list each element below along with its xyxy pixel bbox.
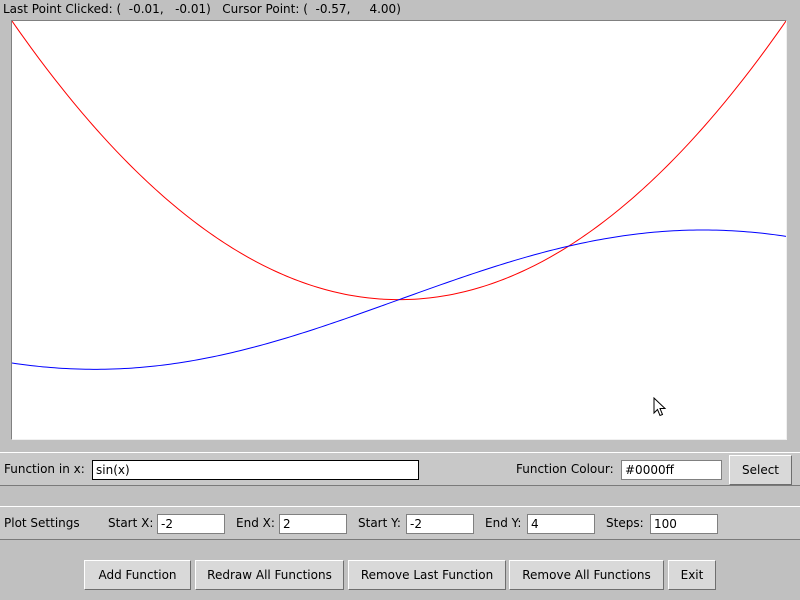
cursor-point-y: 4.00 — [369, 2, 397, 16]
steps-input[interactable] — [650, 514, 718, 534]
last-point-label: Last Point Clicked: ( — [3, 2, 122, 16]
steps-label: Steps: — [606, 516, 644, 530]
remove-last-function-button[interactable]: Remove Last Function — [348, 560, 506, 590]
cursor-point-x: -0.57 — [315, 2, 347, 16]
exit-button[interactable]: Exit — [668, 560, 716, 590]
last-point-y: -0.01 — [175, 2, 207, 16]
start-x-input[interactable] — [157, 514, 225, 534]
start-y-label: Start Y: — [358, 516, 401, 530]
function-label: Function in x: — [4, 462, 85, 476]
coordinate-status-bar: Last Point Clicked: ( -0.01, -0.01) Curs… — [3, 2, 401, 16]
start-x-label: Start X: — [108, 516, 154, 530]
plot-settings-panel: Plot Settings Start X: End X: Start Y: E… — [0, 506, 800, 540]
function-colour-label: Function Colour: — [516, 462, 614, 476]
plot-canvas[interactable] — [11, 20, 787, 440]
end-x-label: End X: — [236, 516, 275, 530]
function-panel: Function in x: Function Colour: Select — [0, 452, 800, 486]
end-y-input[interactable] — [527, 514, 595, 534]
function-curve-1 — [12, 229, 786, 370]
plot-settings-title: Plot Settings — [4, 516, 80, 530]
add-function-button[interactable]: Add Function — [84, 560, 191, 590]
start-y-input[interactable] — [406, 514, 474, 534]
function-input[interactable] — [92, 460, 419, 480]
function-curve-0 — [12, 21, 786, 301]
select-colour-button[interactable]: Select — [729, 455, 792, 485]
mouse-pointer-icon — [653, 397, 667, 417]
redraw-all-functions-button[interactable]: Redraw All Functions — [195, 560, 344, 590]
function-colour-input[interactable] — [621, 460, 722, 480]
end-y-label: End Y: — [485, 516, 522, 530]
remove-all-functions-button[interactable]: Remove All Functions — [509, 560, 664, 590]
last-point-x: -0.01 — [128, 2, 160, 16]
end-x-input[interactable] — [279, 514, 347, 534]
plot-svg — [12, 21, 786, 370]
action-bar: Add Function Redraw All Functions Remove… — [0, 560, 800, 592]
cursor-point-label: Cursor Point: ( — [222, 2, 308, 16]
